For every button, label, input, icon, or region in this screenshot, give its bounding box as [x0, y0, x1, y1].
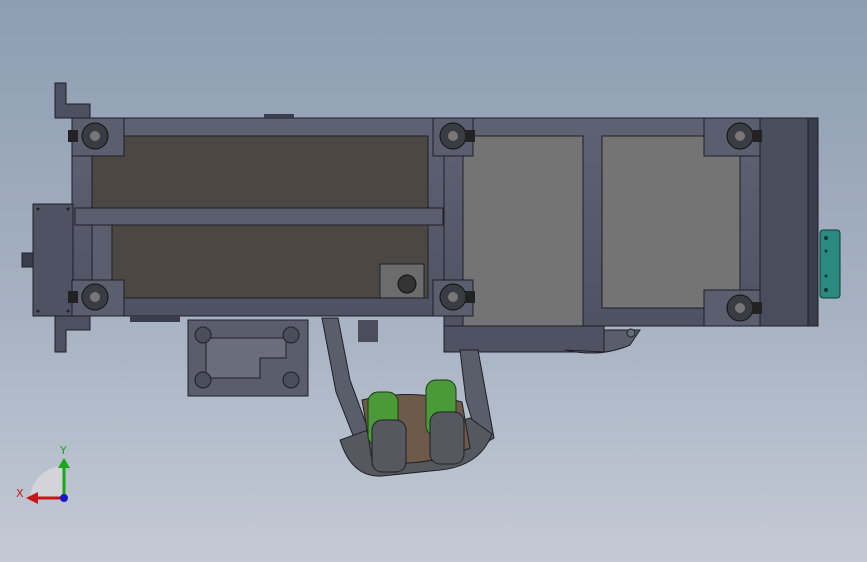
right-frame-lower [443, 325, 605, 353]
y-axis-head [58, 458, 70, 468]
x-axis-label: X [16, 487, 24, 500]
gray-panel-left [462, 135, 584, 333]
left-connector [21, 252, 34, 268]
coordinate-triad [26, 458, 70, 504]
caster-wheel-top-right [703, 117, 762, 157]
left-bracket-lower [54, 315, 91, 353]
z-axis-dot [60, 494, 68, 502]
caster-wheel-bottom-mid [432, 279, 475, 317]
caster-wheel-top-left [68, 117, 125, 157]
teal-connector [819, 229, 841, 299]
cross-bar [74, 207, 444, 226]
y-axis-label: Y [60, 444, 67, 457]
cad-model-top-view[interactable] [0, 0, 867, 562]
cad-graphics-viewport[interactable]: Y X [0, 0, 867, 562]
left-bracket [54, 82, 91, 119]
gray-panel-right [601, 135, 741, 309]
caster-wheel-top-mid [432, 117, 475, 157]
caster-wheel-bottom-left [68, 279, 125, 317]
left-motor-box [32, 203, 74, 317]
caster-wheel-bottom-right [703, 289, 762, 327]
